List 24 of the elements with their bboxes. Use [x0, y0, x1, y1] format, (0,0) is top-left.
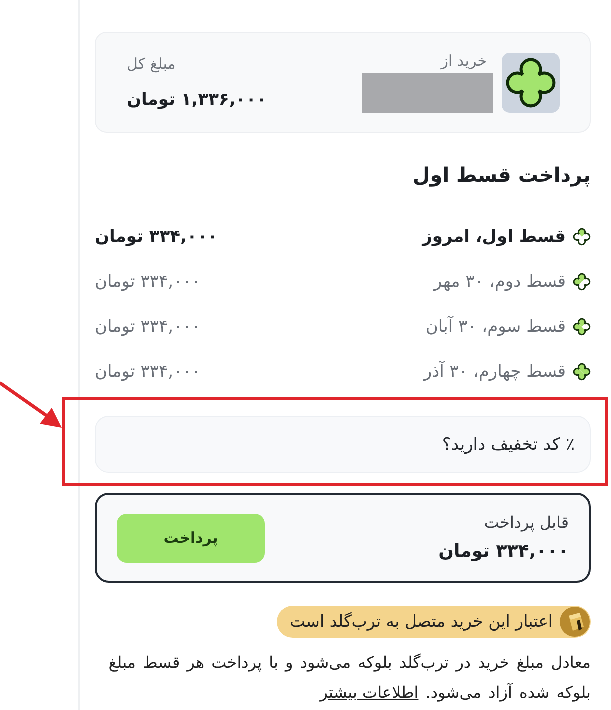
blocking-note: معادل مبلغ خرید در ترب‌گلد بلوکه می‌شود و با پرداخت هر قسط مبلغ بلوکه شده آزاد می‌شود. اطلاعات بیشتر — [108, 652, 591, 704]
clover-progress-icon — [573, 362, 591, 380]
merchant-label: خرید از — [441, 52, 488, 70]
payable-amount: ۳۳۴,۰۰۰ تومان — [438, 541, 569, 563]
installment-label: قسط چهارم، ۳۰ آذر — [424, 360, 566, 382]
clover-progress-icon — [573, 318, 591, 336]
installment-amount: ۳۳۴,۰۰۰ تومان — [95, 226, 218, 248]
more-info-link[interactable]: اطلاعات بیشتر — [320, 683, 419, 702]
credit-badge-text: اعتبار این خرید متصل به ترب‌گلد است — [290, 612, 553, 632]
installment-label: قسط سوم، ۳۰ آبان — [426, 316, 566, 338]
clover-progress-icon — [573, 272, 591, 290]
total-amount: ۱,۳۳۶,۰۰۰ تومان — [127, 88, 267, 110]
installment-amount: ۳۳۴,۰۰۰ تومان — [95, 270, 201, 292]
clover-logo-icon — [502, 52, 560, 112]
clover-progress-icon — [573, 228, 591, 246]
payable-label: قابل پرداخت — [484, 513, 569, 533]
installment-label: قسط دوم، ۳۰ مهر — [434, 270, 566, 292]
installment-amount: ۳۳۴,۰۰۰ تومان — [95, 316, 201, 338]
pay-button[interactable]: پرداخت — [117, 514, 265, 562]
installment-label: قسط اول، امروز — [422, 226, 566, 248]
total-label: مبلغ کل — [127, 54, 176, 72]
discount-code-button[interactable]: ٪ کد تخفیف دارید؟ — [95, 416, 591, 473]
section-heading: پرداخت قسط اول — [412, 162, 591, 189]
installment-amount: ۳۳۴,۰۰۰ تومان — [95, 360, 201, 382]
